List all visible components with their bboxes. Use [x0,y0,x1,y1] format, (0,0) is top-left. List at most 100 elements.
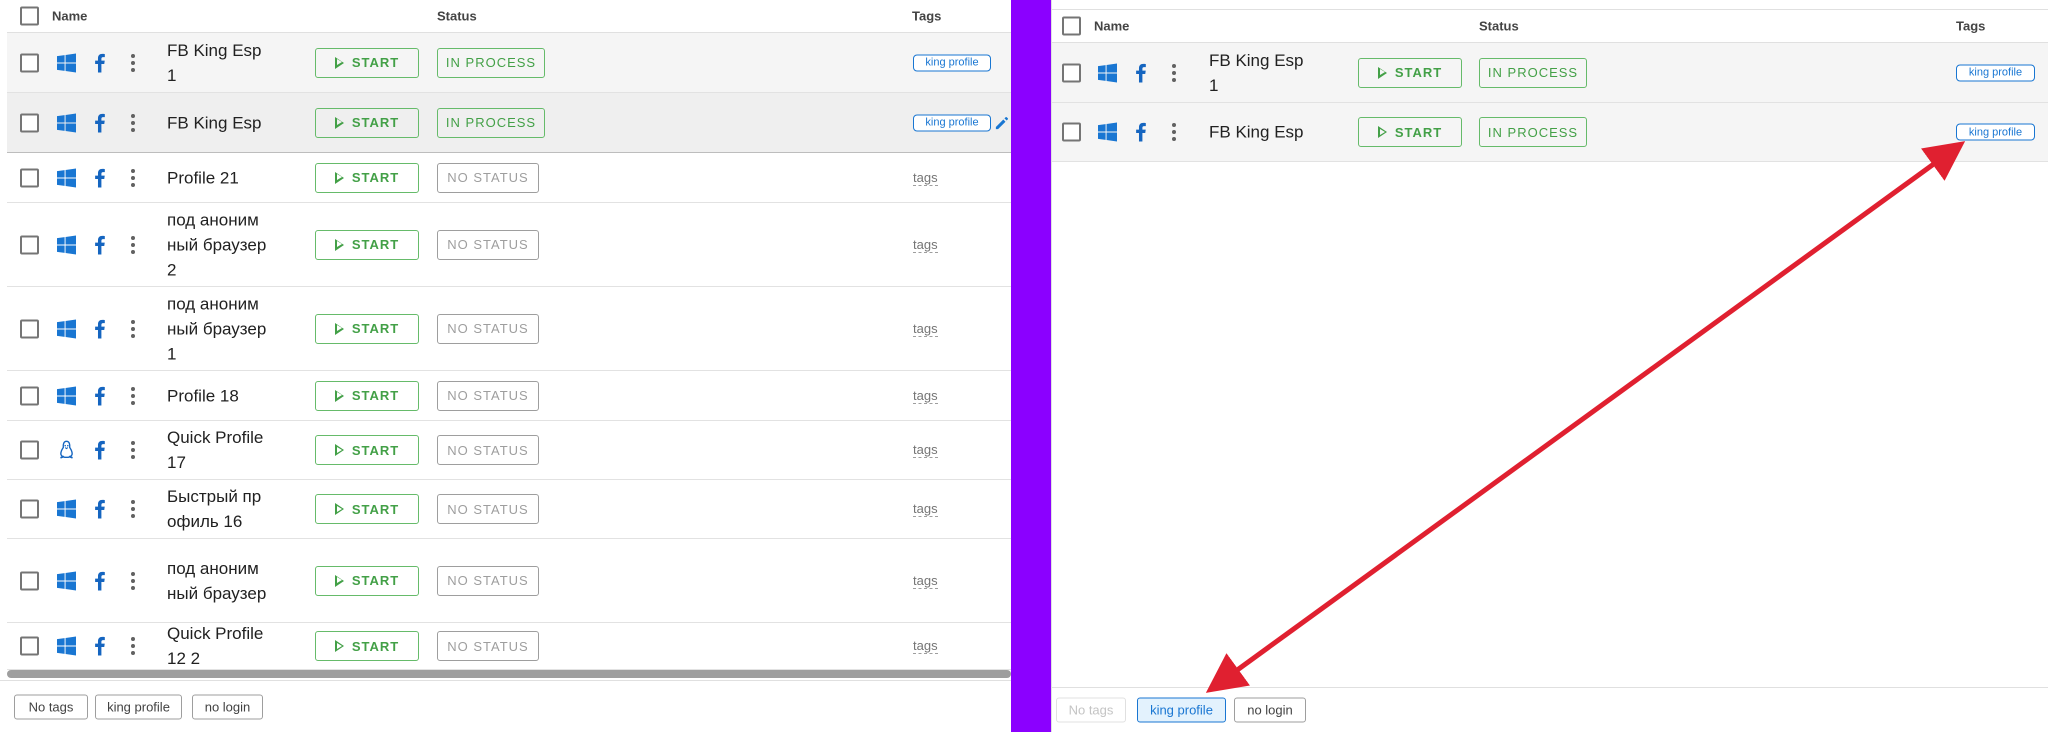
row-checkbox[interactable] [20,440,39,460]
start-button[interactable]: START [315,313,419,344]
filter-no-login[interactable]: no login [192,694,263,719]
profile-row[interactable]: под анонимный браузер 1 START NO STATUS … [7,287,1011,371]
kebab-menu-icon[interactable] [131,571,135,590]
status-badge[interactable]: NO STATUS [437,162,539,193]
profile-row[interactable]: FB King Esp START IN PROCESS king profil… [7,93,1011,153]
facebook-icon[interactable] [93,168,106,187]
profile-name[interactable]: Profile 21 [167,165,267,190]
facebook-icon[interactable] [93,235,106,254]
status-badge[interactable]: NO STATUS [437,229,539,260]
profile-row[interactable]: под анонимный браузер START NO STATUS ta… [7,539,1011,623]
filter-king-profile[interactable]: king profile [1137,697,1226,723]
row-checkbox[interactable] [20,386,39,405]
start-button[interactable]: START [315,162,419,193]
row-checkbox[interactable] [1062,63,1081,82]
status-badge[interactable]: NO STATUS [437,565,539,596]
row-checkbox[interactable] [1062,122,1081,142]
kebab-menu-icon[interactable] [131,319,135,338]
start-button[interactable]: START [315,631,419,661]
facebook-icon[interactable] [93,440,106,460]
start-button[interactable]: START [315,494,419,524]
kebab-menu-icon[interactable] [131,235,135,254]
add-tags-link[interactable]: tags [913,442,938,458]
tag-chip[interactable]: king profile [1956,123,2035,141]
profile-name[interactable]: FB King Esp [167,110,267,135]
profile-name[interactable]: под анонимный браузер 1 [167,291,267,366]
start-button[interactable]: START [315,229,419,260]
profile-row[interactable]: Profile 18 START NO STATUS tags [7,371,1011,421]
start-button[interactable]: START [315,435,419,465]
facebook-icon[interactable] [93,319,106,338]
kebab-menu-icon[interactable] [1172,123,1176,141]
kebab-menu-icon[interactable] [1172,63,1176,82]
facebook-icon[interactable] [93,53,106,72]
profile-name[interactable]: Quick Profile 12 2 [167,621,267,671]
row-checkbox[interactable] [20,499,39,519]
kebab-menu-icon[interactable] [131,441,135,459]
tag-chip[interactable]: king profile [913,114,991,131]
facebook-icon[interactable] [1134,122,1147,142]
header-name[interactable]: Name [52,9,87,24]
profile-name[interactable]: под анонимный браузер [167,556,267,606]
facebook-icon[interactable] [93,386,106,405]
kebab-menu-icon[interactable] [131,53,135,72]
status-badge[interactable]: NO STATUS [437,313,539,344]
kebab-menu-icon[interactable] [131,637,135,655]
profile-row[interactable]: FB King Esp 1 START IN PROCESS king prof… [7,33,1011,93]
profile-name[interactable]: FB King Esp 1 [167,38,267,88]
start-button[interactable]: START [315,380,419,411]
facebook-icon[interactable] [1134,63,1147,82]
status-badge[interactable]: IN PROCESS [1479,57,1587,88]
facebook-icon[interactable] [93,571,106,590]
kebab-menu-icon[interactable] [131,168,135,187]
row-checkbox[interactable] [20,168,39,187]
profile-row[interactable]: FB King Esp 1 START IN PROCESS king prof… [1052,43,2048,103]
facebook-icon[interactable] [93,636,106,656]
header-status[interactable]: Status [437,9,477,24]
start-button[interactable]: START [1358,57,1462,88]
filter-no-login[interactable]: no login [1234,697,1306,723]
profile-name[interactable]: FB King Esp 1 [1209,48,1309,98]
row-checkbox[interactable] [20,319,39,338]
select-all-checkbox[interactable] [20,6,39,26]
add-tags-link[interactable]: tags [913,321,938,337]
profile-name[interactable]: Быстрый профиль 16 [167,484,267,534]
profile-row[interactable]: FB King Esp START IN PROCESS king profil… [1052,103,2048,162]
start-button[interactable]: START [315,107,419,138]
kebab-menu-icon[interactable] [131,500,135,518]
start-button[interactable]: START [315,47,419,78]
add-tags-link[interactable]: tags [913,638,938,654]
profile-row[interactable]: Quick Profile 17 START NO STATUS tags [7,421,1011,480]
status-badge[interactable]: NO STATUS [437,435,539,465]
row-checkbox[interactable] [20,113,39,132]
facebook-icon[interactable] [93,113,106,132]
tag-chip[interactable]: king profile [913,54,991,71]
row-checkbox[interactable] [20,636,39,656]
pencil-icon[interactable] [995,116,1009,130]
start-button[interactable]: START [315,565,419,596]
header-tags[interactable]: Tags [1956,19,1985,34]
row-checkbox[interactable] [20,53,39,72]
start-button[interactable]: START [1358,117,1462,147]
status-badge[interactable]: IN PROCESS [437,107,545,138]
profile-name[interactable]: под анонимный браузер 2 [167,207,267,282]
add-tags-link[interactable]: tags [913,573,938,589]
horizontal-scrollbar[interactable] [7,670,1011,678]
facebook-icon[interactable] [93,499,106,519]
header-name[interactable]: Name [1094,19,1129,34]
status-badge[interactable]: IN PROCESS [1479,117,1587,147]
profile-name[interactable]: FB King Esp [1209,120,1309,145]
profile-row[interactable]: Quick Profile 12 2 START NO STATUS tags [7,623,1011,670]
kebab-menu-icon[interactable] [131,386,135,405]
header-tags[interactable]: Tags [912,9,941,24]
profile-row[interactable]: под анонимный браузер 2 START NO STATUS … [7,203,1011,287]
filter-no-tags[interactable]: No tags [1056,697,1126,723]
status-badge[interactable]: IN PROCESS [437,47,545,78]
select-all-checkbox[interactable] [1062,16,1081,36]
tag-chip[interactable]: king profile [1956,64,2035,81]
profile-name[interactable]: Profile 18 [167,383,267,408]
header-status[interactable]: Status [1479,19,1519,34]
add-tags-link[interactable]: tags [913,501,938,517]
add-tags-link[interactable]: tags [913,388,938,404]
add-tags-link[interactable]: tags [913,170,938,186]
